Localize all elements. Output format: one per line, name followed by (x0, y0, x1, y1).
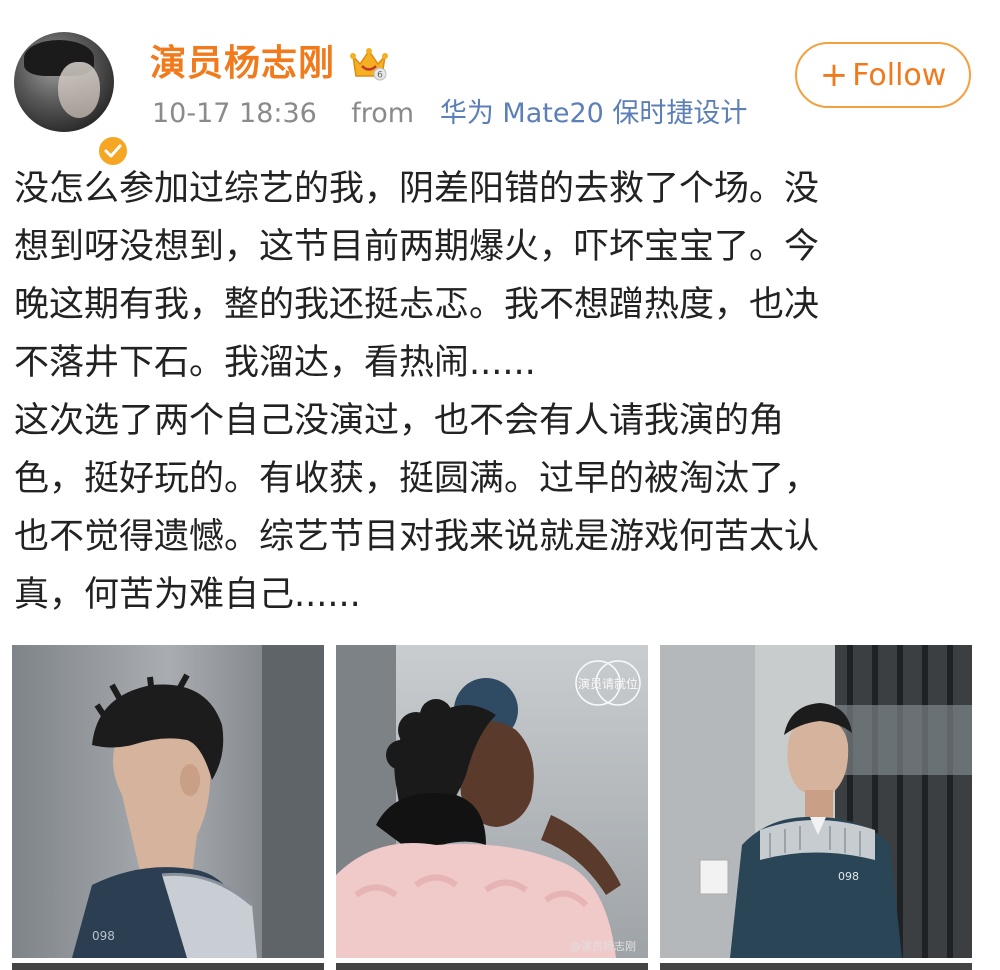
svg-text:098: 098 (92, 929, 115, 943)
uniform-number: 098 (838, 870, 859, 883)
photo-thumbnail-3[interactable]: 098 (660, 645, 972, 958)
follow-button[interactable]: + Follow (795, 42, 971, 108)
post-meta: 10-17 18:36 from 华为 Mate20 保时捷设计 (152, 98, 747, 130)
crown-level: 6 (377, 71, 383, 81)
weibo-post: 演员杨志刚 6 10-17 18:36 from 华为 Mate20 保时捷设计… (0, 0, 1000, 970)
content-line: 没怎么参加过综艺的我，阴差阳错的去救了个场。没 (14, 169, 820, 209)
content-line: 晚这期有我，整的我还挺忐忑。我不想蹭热度，也决 (14, 285, 820, 325)
avatar-face (58, 62, 100, 118)
photo-watermark: @演员杨志刚 (570, 939, 636, 953)
content-line: 也不觉得遗憾。综艺节目对我来说就是游戏何苦太认 (14, 517, 820, 557)
content-line: 不落井下石。我溜达，看热闹...... (14, 343, 536, 383)
device-link[interactable]: 华为 Mate20 保时捷设计 (440, 98, 748, 129)
photo-row-2-edge (336, 963, 648, 970)
photo-logo-overlay: 演员请就位 (578, 676, 638, 691)
content-line: 想到呀没想到，这节目前两期爆火，吓坏宝宝了。今 (14, 227, 820, 267)
crown-badge-icon[interactable]: 6 (350, 46, 388, 82)
plus-icon: + (819, 55, 849, 95)
photo-thumbnail-2[interactable]: 演员请就位 @演员杨志刚 (336, 645, 648, 958)
username[interactable]: 演员杨志刚 (150, 44, 335, 84)
post-timestamp: 10-17 18:36 (152, 98, 317, 129)
photo-thumbnail-1[interactable]: 098 (12, 645, 324, 958)
follow-label: Follow (852, 57, 947, 93)
content-line: 这次选了两个自己没演过，也不会有人请我演的角 (14, 401, 785, 441)
content-line: 真，何苦为难自己...... (14, 575, 361, 615)
photo-row-2-edge (660, 963, 972, 970)
avatar[interactable] (14, 32, 130, 168)
content-line: 色，挺好玩的。有收获，挺圆满。过早的被淘汰了， (14, 459, 820, 499)
post-content: 没怎么参加过综艺的我，阴差阳错的去救了个场。没 想到呀没想到，这节目前两期爆火，… (14, 160, 954, 624)
photo-grid: 098 演员请就位 @演员杨志刚 098 (12, 645, 974, 970)
photo-row-2-edge (12, 963, 324, 970)
from-label: from (351, 98, 415, 129)
